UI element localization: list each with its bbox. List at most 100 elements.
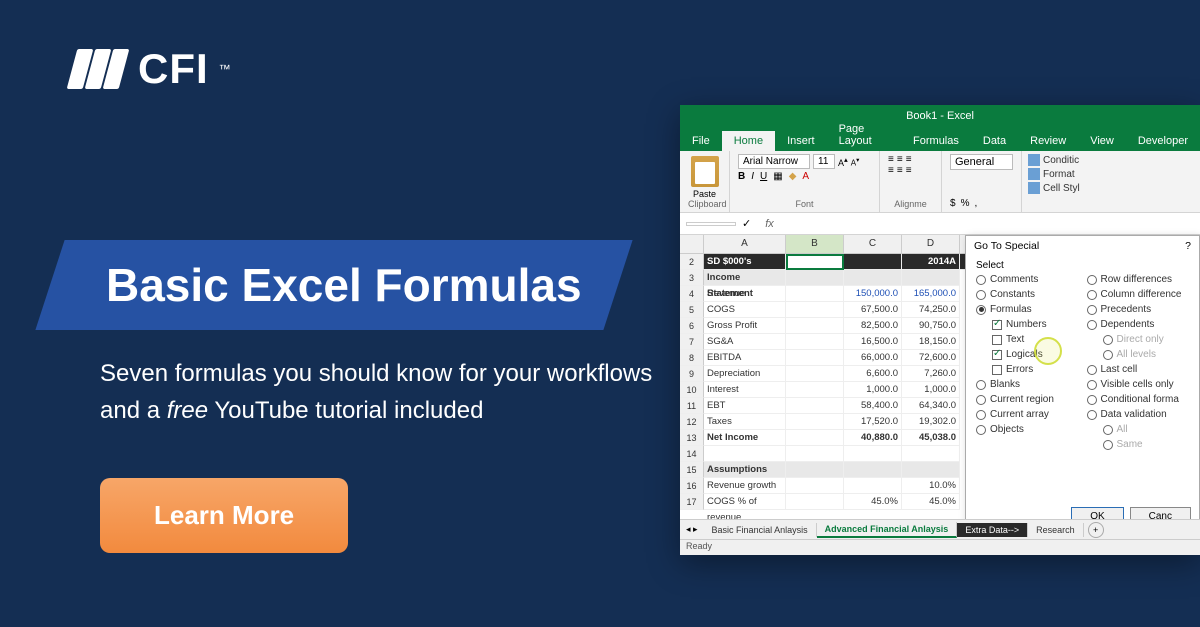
cell[interactable]: [902, 462, 960, 478]
row-number[interactable]: 2: [680, 254, 704, 270]
goto-option-row-differences[interactable]: Row differences: [1087, 274, 1190, 285]
align-center-icon[interactable]: ≡: [897, 165, 903, 176]
cell[interactable]: [844, 478, 902, 494]
fx-label[interactable]: fx: [765, 218, 774, 230]
row-number[interactable]: 16: [680, 478, 704, 494]
ribbon-tab-developer[interactable]: Developer: [1126, 131, 1200, 151]
ribbon-tab-home[interactable]: Home: [722, 131, 775, 151]
cell[interactable]: Assumptions: [704, 462, 786, 478]
ribbon-tab-formulas[interactable]: Formulas: [901, 131, 971, 151]
learn-more-button[interactable]: Learn More: [100, 478, 348, 553]
cell[interactable]: [902, 446, 960, 462]
cell[interactable]: EBT: [704, 398, 786, 414]
cell[interactable]: 74,250.0: [902, 302, 960, 318]
currency-icon[interactable]: $: [950, 198, 956, 209]
goto-option-data-validation[interactable]: Data validation: [1087, 409, 1190, 420]
cell[interactable]: [786, 334, 844, 350]
decrease-font-icon[interactable]: A▾: [851, 156, 860, 168]
cell[interactable]: 45,038.0: [902, 430, 960, 446]
row-number[interactable]: 8: [680, 350, 704, 366]
cell[interactable]: Depreciation: [704, 366, 786, 382]
paste-icon[interactable]: [691, 156, 719, 187]
cell[interactable]: 40,880.0: [844, 430, 902, 446]
cell[interactable]: Revenue: [704, 286, 786, 302]
goto-option-current-region[interactable]: Current region: [976, 394, 1079, 405]
percent-icon[interactable]: %: [961, 198, 970, 209]
fx-icon[interactable]: ✓: [742, 217, 751, 230]
cell[interactable]: [844, 270, 902, 286]
goto-option-formulas[interactable]: Formulas: [976, 304, 1079, 315]
cell[interactable]: [786, 462, 844, 478]
sheet-tab[interactable]: Advanced Financial Anlaysis: [817, 522, 958, 538]
cell[interactable]: [902, 270, 960, 286]
font-size-select[interactable]: 11: [813, 154, 835, 169]
sheet-tab[interactable]: Extra Data-->: [957, 523, 1028, 537]
border-icon[interactable]: ▦: [773, 171, 782, 182]
cell[interactable]: [786, 382, 844, 398]
cell[interactable]: [844, 254, 902, 270]
cell[interactable]: [786, 430, 844, 446]
goto-option-blanks[interactable]: Blanks: [976, 379, 1079, 390]
cell[interactable]: 150,000.0: [844, 286, 902, 302]
cell[interactable]: 64,340.0: [902, 398, 960, 414]
format-table-icon[interactable]: [1028, 168, 1040, 180]
goto-option-objects[interactable]: Objects: [976, 424, 1079, 435]
cell[interactable]: COGS: [704, 302, 786, 318]
cell[interactable]: 90,750.0: [902, 318, 960, 334]
cell[interactable]: 10.0%: [902, 478, 960, 494]
cell[interactable]: 16,500.0: [844, 334, 902, 350]
row-number[interactable]: 7: [680, 334, 704, 350]
font-color-icon[interactable]: A: [802, 171, 809, 182]
cell[interactable]: Revenue growth: [704, 478, 786, 494]
bold-button[interactable]: B: [738, 171, 745, 182]
cell[interactable]: 45.0%: [902, 494, 960, 510]
row-number[interactable]: 11: [680, 398, 704, 414]
cell[interactable]: 1,000.0: [844, 382, 902, 398]
goto-option-errors[interactable]: Errors: [992, 364, 1079, 375]
conditional-format-icon[interactable]: [1028, 154, 1040, 166]
cell[interactable]: SD $000's: [704, 254, 786, 270]
align-top-icon[interactable]: ≡: [888, 154, 894, 165]
comma-icon[interactable]: ,: [974, 198, 977, 209]
cell[interactable]: 82,500.0: [844, 318, 902, 334]
align-bot-icon[interactable]: ≡: [906, 154, 912, 165]
goto-option-logicals[interactable]: Logicals: [992, 349, 1079, 360]
fill-color-icon[interactable]: ◆: [789, 171, 797, 182]
ribbon-tab-review[interactable]: Review: [1018, 131, 1078, 151]
cell[interactable]: SG&A: [704, 334, 786, 350]
row-number[interactable]: 3: [680, 270, 704, 286]
goto-option-conditional-forma[interactable]: Conditional forma: [1087, 394, 1190, 405]
cell[interactable]: 1,000.0: [902, 382, 960, 398]
italic-button[interactable]: I: [751, 171, 754, 182]
cell[interactable]: [786, 398, 844, 414]
cell[interactable]: 67,500.0: [844, 302, 902, 318]
row-number[interactable]: 14: [680, 446, 704, 462]
goto-option-current-array[interactable]: Current array: [976, 409, 1079, 420]
ribbon-tab-file[interactable]: File: [680, 131, 722, 151]
goto-option-column-difference[interactable]: Column difference: [1087, 289, 1190, 300]
cell[interactable]: Interest: [704, 382, 786, 398]
row-number[interactable]: 17: [680, 494, 704, 510]
underline-button[interactable]: U: [760, 171, 767, 182]
name-box[interactable]: [686, 222, 736, 226]
ribbon-tab-page-layout[interactable]: Page Layout: [827, 119, 901, 151]
ribbon-tab-insert[interactable]: Insert: [775, 131, 827, 151]
cell[interactable]: [786, 318, 844, 334]
row-number[interactable]: 9: [680, 366, 704, 382]
row-number[interactable]: 4: [680, 286, 704, 302]
ribbon-tab-data[interactable]: Data: [971, 131, 1018, 151]
cell[interactable]: Income Statement: [704, 270, 786, 286]
cell[interactable]: 18,150.0: [902, 334, 960, 350]
sheet-tab[interactable]: Research: [1028, 523, 1084, 537]
cell[interactable]: [786, 366, 844, 382]
cell[interactable]: 58,400.0: [844, 398, 902, 414]
column-header-a[interactable]: A: [704, 235, 786, 253]
row-number[interactable]: 5: [680, 302, 704, 318]
row-number[interactable]: 13: [680, 430, 704, 446]
increase-font-icon[interactable]: A▴: [838, 155, 848, 168]
goto-option-dependents[interactable]: Dependents: [1087, 319, 1190, 330]
number-format-select[interactable]: General: [950, 154, 1013, 170]
row-number[interactable]: 12: [680, 414, 704, 430]
add-sheet-button[interactable]: +: [1088, 522, 1104, 538]
cell-selected[interactable]: [786, 254, 844, 270]
